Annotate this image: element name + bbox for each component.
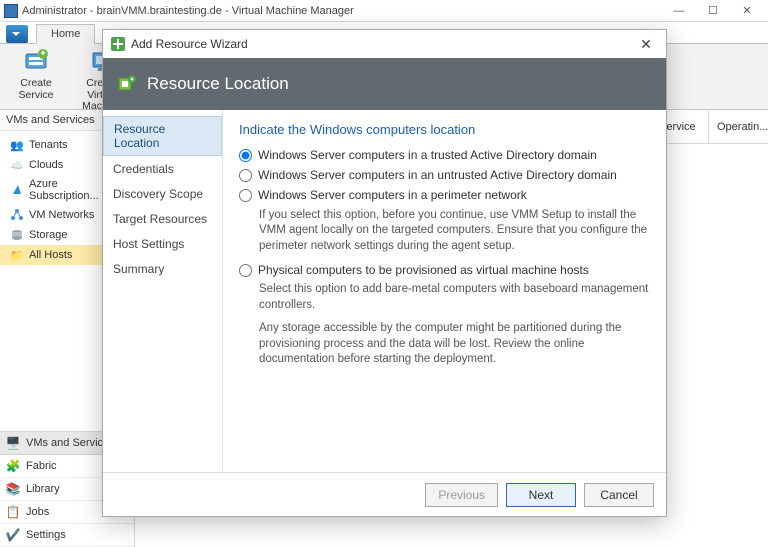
- vms-icon: 🖥️: [6, 436, 20, 450]
- radio-physical[interactable]: [239, 264, 252, 277]
- create-service-icon: [22, 48, 50, 76]
- storage-icon: [10, 228, 24, 242]
- fabric-icon: 🧩: [6, 459, 20, 473]
- step-summary[interactable]: Summary: [103, 257, 222, 281]
- folder-icon: 📁: [10, 248, 24, 262]
- radio-trusted[interactable]: [239, 149, 252, 162]
- library-icon: 📚: [6, 482, 20, 496]
- maximize-button[interactable]: ☐: [696, 1, 730, 21]
- window-titlebar: Administrator - brainVMM.braintesting.de…: [0, 0, 768, 22]
- azure-icon: [10, 183, 24, 197]
- cloud-icon: ☁️: [10, 158, 24, 172]
- network-icon: [10, 208, 24, 222]
- option-physical-desc: Select this option to add bare-metal com…: [259, 282, 650, 313]
- option-untrusted-domain[interactable]: Windows Server computers in an untrusted…: [239, 167, 650, 183]
- add-icon: [111, 37, 125, 51]
- step-discovery-scope[interactable]: Discovery Scope: [103, 182, 222, 206]
- option-label: Windows Server computers in a perimeter …: [258, 187, 527, 203]
- tab-home[interactable]: Home: [36, 24, 95, 44]
- column-operating[interactable]: Operatin...: [708, 110, 768, 143]
- step-credentials[interactable]: Credentials: [103, 157, 222, 181]
- step-resource-location[interactable]: Resource Location: [103, 116, 222, 156]
- tenants-icon: 👥: [10, 138, 24, 152]
- dialog-title: Add Resource Wizard: [131, 37, 248, 51]
- app-menu-button[interactable]: [6, 25, 28, 43]
- option-label: Windows Server computers in a trusted Ac…: [258, 147, 597, 163]
- resource-location-icon: [117, 74, 137, 94]
- radio-untrusted[interactable]: [239, 169, 252, 182]
- dialog-banner-text: Resource Location: [147, 74, 289, 94]
- nav-label: Jobs: [26, 506, 49, 518]
- create-service-button[interactable]: Create Service: [10, 48, 62, 101]
- option-trusted-domain[interactable]: Windows Server computers in a trusted Ac…: [239, 147, 650, 163]
- nav-settings[interactable]: ✔️ Settings: [0, 524, 134, 547]
- next-button[interactable]: Next: [506, 483, 576, 507]
- app-icon: [4, 4, 18, 18]
- nav-label: Library: [26, 483, 60, 495]
- dialog-body: Resource Location Credentials Discovery …: [103, 110, 666, 472]
- window-title: Administrator - brainVMM.braintesting.de…: [22, 5, 662, 17]
- nav-label: Fabric: [26, 460, 57, 472]
- option-physical-desc2: Any storage accessible by the computer m…: [259, 321, 650, 368]
- content-heading: Indicate the Windows computers location: [239, 122, 650, 137]
- jobs-icon: 📋: [6, 505, 20, 519]
- step-target-resources[interactable]: Target Resources: [103, 207, 222, 231]
- wizard-content: Indicate the Windows computers location …: [223, 110, 666, 472]
- step-host-settings[interactable]: Host Settings: [103, 232, 222, 256]
- option-perimeter[interactable]: Windows Server computers in a perimeter …: [239, 187, 650, 203]
- add-resource-wizard-dialog: Add Resource Wizard ✕ Resource Location …: [102, 29, 667, 517]
- option-label: Physical computers to be provisioned as …: [258, 262, 589, 278]
- option-perimeter-desc: If you select this option, before you co…: [259, 208, 650, 255]
- sidebar-item-label: VM Networks: [29, 209, 94, 221]
- minimize-button[interactable]: —: [662, 1, 696, 21]
- dialog-close-button[interactable]: ✕: [634, 34, 658, 54]
- cancel-button[interactable]: Cancel: [584, 483, 654, 507]
- settings-icon: ✔️: [6, 528, 20, 542]
- dialog-titlebar: Add Resource Wizard ✕: [103, 30, 666, 58]
- close-button[interactable]: ✕: [730, 1, 764, 21]
- create-service-label: Create Service: [10, 78, 62, 101]
- previous-button[interactable]: Previous: [425, 483, 498, 507]
- sidebar-item-label: Storage: [29, 229, 68, 241]
- dialog-banner: Resource Location: [103, 58, 666, 110]
- option-label: Windows Server computers in an untrusted…: [258, 167, 617, 183]
- nav-label: Settings: [26, 529, 66, 541]
- sidebar-item-label: All Hosts: [29, 249, 72, 261]
- radio-perimeter[interactable]: [239, 189, 252, 202]
- sidebar-item-label: Clouds: [29, 159, 63, 171]
- dialog-buttons: Previous Next Cancel: [103, 472, 666, 516]
- wizard-steps: Resource Location Credentials Discovery …: [103, 110, 223, 472]
- option-physical[interactable]: Physical computers to be provisioned as …: [239, 262, 650, 278]
- sidebar-item-label: Tenants: [29, 139, 68, 151]
